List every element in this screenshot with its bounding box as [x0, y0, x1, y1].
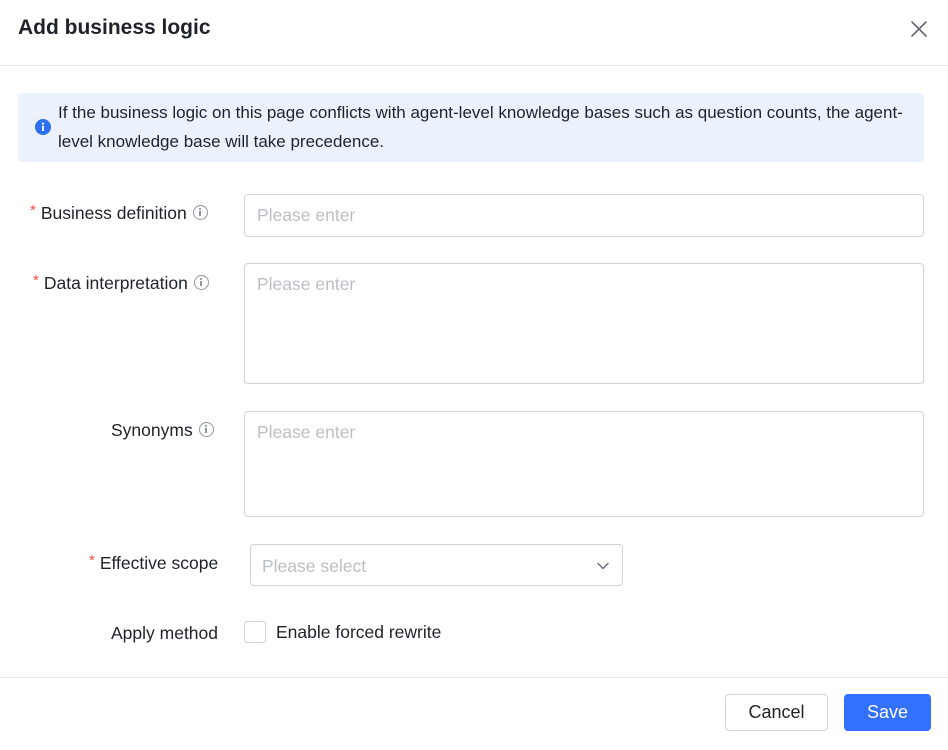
synonyms-label-text: Synonyms: [111, 420, 193, 440]
apply-method-label: Apply method: [111, 623, 219, 643]
effective-scope-label: * Effective scope: [89, 551, 218, 577]
business-definition-label: * Business definition: [30, 201, 208, 227]
data-interpretation-textarea[interactable]: [244, 263, 924, 384]
close-button[interactable]: [906, 16, 932, 42]
dialog-header: Add business logic: [0, 0, 948, 66]
forced-rewrite-checkbox-label[interactable]: Enable forced rewrite: [276, 620, 441, 644]
required-mark: *: [30, 202, 36, 219]
data-interpretation-label: * Data interpretation: [33, 271, 209, 297]
synonyms-textarea[interactable]: [244, 411, 924, 517]
required-mark: *: [33, 272, 39, 289]
close-icon: [911, 21, 927, 37]
required-mark: *: [89, 552, 95, 569]
cancel-button[interactable]: Cancel: [725, 694, 828, 731]
business-definition-input[interactable]: [244, 194, 924, 237]
alert-message: If the business logic on this page confl…: [58, 103, 903, 151]
info-alert: If the business logic on this page confl…: [18, 93, 924, 162]
effective-scope-select[interactable]: Please select: [250, 544, 623, 586]
help-icon[interactable]: [198, 421, 214, 437]
chevron-down-icon: [597, 562, 609, 570]
dialog-title: Add business logic: [18, 16, 211, 39]
business-definition-label-text: Business definition: [40, 203, 187, 223]
info-icon: [35, 119, 51, 135]
help-icon[interactable]: [193, 274, 209, 290]
save-button[interactable]: Save: [844, 694, 931, 731]
forced-rewrite-checkbox[interactable]: [244, 621, 266, 643]
synonyms-label: Synonyms: [111, 418, 214, 442]
data-interpretation-label-text: Data interpretation: [43, 273, 188, 293]
add-business-logic-dialog: Add business logic If the business logic…: [0, 0, 948, 750]
help-icon[interactable]: [192, 204, 208, 220]
effective-scope-label-text: Effective scope: [99, 553, 219, 573]
select-placeholder: Please select: [262, 556, 367, 576]
